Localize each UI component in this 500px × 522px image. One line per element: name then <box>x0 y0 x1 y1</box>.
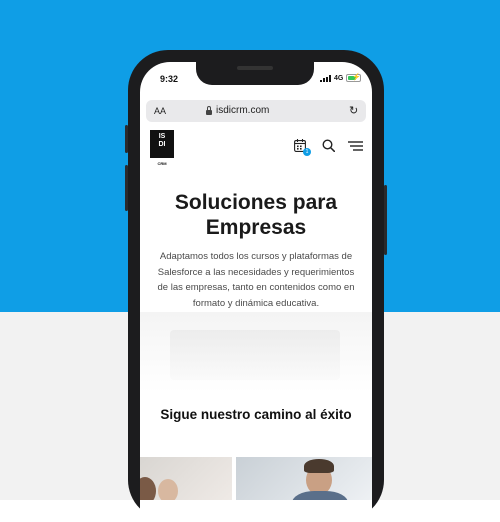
hero-description: Adaptamos todos los cursos y plataformas… <box>157 251 355 309</box>
battery-icon: ⚡ <box>346 74 362 82</box>
logo-subtitle: CRM <box>157 161 167 166</box>
logo-line-1: IS <box>158 133 166 140</box>
logo-line-2: DI <box>158 141 166 148</box>
network-type: 4G <box>334 74 344 82</box>
photo-card-2[interactable] <box>236 457 372 500</box>
calendar-badge: 1 <box>303 148 311 156</box>
photo-card-1[interactable] <box>140 457 232 500</box>
phone-speaker <box>237 66 273 70</box>
site-logo[interactable]: IS DI <box>150 130 174 158</box>
status-indicators: 4G ⚡ <box>320 74 362 82</box>
section-title: Sigue nuestro camino al éxito <box>160 407 352 422</box>
text-size-button[interactable]: AA <box>154 106 166 116</box>
search-icon[interactable] <box>322 139 335 152</box>
phone-power-button <box>384 185 387 255</box>
hero-title: Soluciones para Empresas <box>174 191 338 239</box>
url-display[interactable]: isdicrm.com <box>206 105 269 116</box>
signal-icon <box>320 74 331 82</box>
menu-icon[interactable] <box>348 141 363 151</box>
reload-icon[interactable]: ↻ <box>349 104 358 117</box>
phone-notch <box>196 58 314 85</box>
hero-background-image <box>140 312 372 392</box>
status-time: 9:32 <box>160 74 179 84</box>
lock-icon <box>206 105 212 115</box>
url-text: isdicrm.com <box>216 105 270 116</box>
